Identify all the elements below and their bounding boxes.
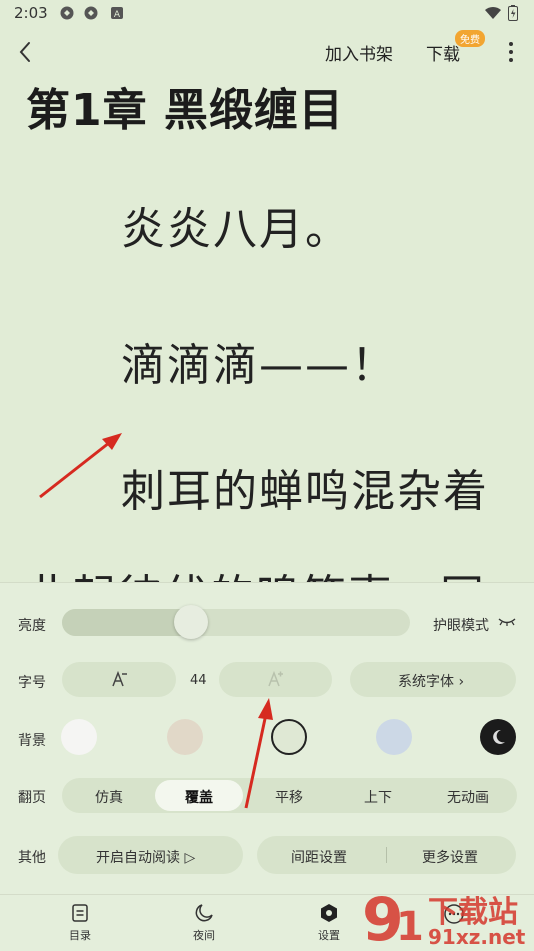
page-turn-option-cover[interactable]: 覆盖 bbox=[185, 787, 213, 807]
auto-read-label: 开启自动阅读 ▷ bbox=[96, 850, 196, 866]
background-swatch-dark[interactable] bbox=[480, 719, 516, 755]
nav-night-label: 夜间 bbox=[193, 929, 215, 942]
site-watermark-logo: 9 1 下载站 91xz.net bbox=[362, 885, 526, 950]
page-turn-option-vertical[interactable]: 上下 bbox=[364, 787, 392, 807]
nav-settings-label: 设置 bbox=[318, 929, 340, 942]
page-turn-option-none[interactable]: 无动画 bbox=[447, 787, 489, 807]
svg-text:91xz.net: 91xz.net bbox=[428, 925, 526, 949]
more-menu-icon[interactable] bbox=[503, 40, 519, 64]
page-turn-option-slide[interactable]: 平移 bbox=[275, 787, 303, 807]
font-decrease-icon bbox=[112, 670, 127, 687]
settings-hexagon-icon bbox=[321, 904, 337, 922]
more-settings-button[interactable]: 更多设置 bbox=[422, 847, 478, 867]
divider bbox=[386, 847, 387, 863]
nav-night[interactable]: 夜间 bbox=[174, 901, 234, 943]
font-increase-icon bbox=[268, 670, 283, 687]
system-font-label: 系统字体 › bbox=[398, 674, 465, 690]
status-time: 2:03 bbox=[14, 4, 48, 22]
paragraph: 此起彼伏的鸣笛声，同 bbox=[26, 560, 486, 582]
wifi-icon bbox=[485, 6, 501, 19]
brightness-fill bbox=[62, 609, 191, 636]
font-size-label: 字号 bbox=[18, 675, 46, 691]
paragraph: 滴滴滴——！ bbox=[121, 340, 397, 391]
nav-catalog-label: 目录 bbox=[69, 929, 91, 942]
annotation-arrow bbox=[244, 698, 273, 809]
svg-text:A: A bbox=[114, 10, 121, 20]
nav-catalog[interactable]: 目录 bbox=[50, 901, 110, 943]
background-swatch-beige[interactable] bbox=[167, 719, 203, 755]
app-notification-icon bbox=[60, 6, 74, 20]
annotation-arrow bbox=[39, 433, 122, 499]
battery-icon bbox=[508, 5, 518, 21]
app-notification-icon-2 bbox=[84, 6, 98, 20]
page-turn-option-simulate[interactable]: 仿真 bbox=[95, 787, 123, 807]
spacing-settings-button[interactable]: 间距设置 bbox=[291, 847, 347, 867]
svg-text:1: 1 bbox=[396, 904, 424, 950]
closed-eye-icon[interactable] bbox=[498, 616, 516, 628]
moon-icon bbox=[493, 729, 505, 744]
status-bar: 2:03 A bbox=[0, 0, 534, 28]
text-notification-icon: A bbox=[111, 7, 123, 20]
page-turn-label: 翻页 bbox=[18, 790, 46, 806]
background-label: 背景 bbox=[18, 733, 46, 749]
paragraph: 炎炎八月。 bbox=[121, 204, 351, 255]
other-label: 其他 bbox=[18, 850, 46, 866]
nav-settings[interactable]: 设置 bbox=[299, 901, 359, 943]
download-button[interactable]: 下载 bbox=[426, 40, 460, 65]
moon-icon bbox=[195, 904, 213, 922]
brightness-slider-handle[interactable] bbox=[173, 605, 208, 639]
add-to-shelf-button[interactable]: 加入书架 bbox=[325, 40, 393, 65]
paragraph: 刺耳的蝉鸣混杂着 bbox=[121, 466, 489, 517]
font-size-value: 44 bbox=[190, 673, 207, 688]
back-button[interactable] bbox=[14, 38, 38, 66]
chapter-title: 第1章 黑缎缠目 bbox=[26, 85, 344, 136]
free-badge: 免费 bbox=[455, 30, 485, 47]
eye-care-mode-toggle[interactable]: 护眼模式 bbox=[433, 615, 489, 635]
brightness-label: 亮度 bbox=[18, 618, 46, 634]
catalog-icon bbox=[72, 904, 88, 922]
brightness-slider[interactable] bbox=[62, 609, 410, 636]
background-swatch-blue[interactable] bbox=[376, 719, 412, 755]
background-swatch-white[interactable] bbox=[61, 719, 97, 755]
